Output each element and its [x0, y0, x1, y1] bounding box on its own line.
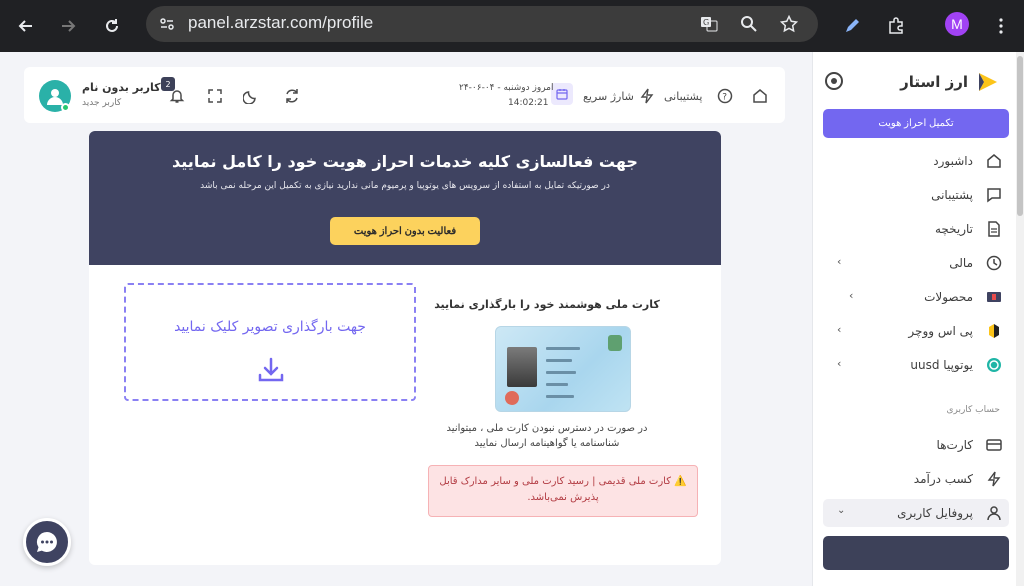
sidebar: ارز استار تکمیل احراز هویت داشبورد پشتیب…: [812, 52, 1024, 586]
psvoucher-icon: [985, 322, 1003, 340]
sidebar-item-label: مالی: [949, 256, 973, 270]
emblem-icon: [608, 335, 622, 351]
warning-alert: ⚠️ کارت ملی قدیمی | رسید کارت ملی و سایر…: [428, 465, 698, 517]
bookmark-star-icon[interactable]: [778, 13, 800, 35]
banner-title: جهت فعالسازی کلیه خدمات احراز هویت خود ر…: [172, 152, 638, 171]
sidebar-item-support[interactable]: پشتیبانی: [823, 181, 1009, 209]
sidebar-item-label: پروفایل کاربری: [897, 506, 973, 520]
url-text: panel.arzstar.com/profile: [188, 13, 374, 32]
sidebar-item-label: تاریخچه: [934, 222, 973, 236]
home-icon[interactable]: [749, 85, 771, 107]
user-role: کاربر جدید: [82, 98, 122, 108]
notification-badge: 2: [161, 77, 175, 91]
scrollbar-thumb[interactable]: [1017, 56, 1023, 216]
document-icon: [985, 220, 1003, 238]
sidebar-item-products[interactable]: محصولات ›: [823, 283, 1009, 311]
chevron-down-icon: ⌄: [837, 505, 846, 516]
sidebar-item-label: پشتیبانی: [931, 188, 973, 202]
sidebar-item-history[interactable]: تاریخچه: [823, 215, 1009, 243]
active-submenu-item[interactable]: [823, 536, 1009, 570]
star-logo-icon: [979, 73, 997, 91]
chevron-left-icon: ›: [837, 255, 842, 268]
complete-kyc-button[interactable]: تکمیل احراز هویت: [823, 109, 1009, 138]
zoom-icon[interactable]: [738, 13, 760, 35]
dark-mode-icon[interactable]: [240, 85, 262, 107]
seal-icon: [505, 391, 519, 405]
time-text: 14:02:21: [508, 98, 549, 108]
profile-avatar[interactable]: M: [945, 12, 969, 36]
refresh-icon[interactable]: [281, 85, 303, 107]
browser-toolbar: panel.arzstar.com/profile G M: [0, 0, 1024, 52]
id-card-title: کارت ملی هوشمند خود را بارگذاری نمایید: [434, 298, 660, 311]
chevron-left-icon: ›: [849, 289, 854, 302]
kyc-card: جهت فعالسازی کلیه خدمات احراز هویت خود ر…: [89, 131, 721, 565]
sidebar-item-cards[interactable]: کارت‌ها: [823, 431, 1009, 459]
user-name: کاربر بدون نام: [82, 81, 161, 94]
address-bar[interactable]: panel.arzstar.com/profile G: [146, 6, 818, 42]
image-upload-dropzone[interactable]: جهت بارگذاری تصویر کلیک نمایید: [124, 283, 416, 401]
sidebar-item-earn[interactable]: کسب درآمد: [823, 465, 1009, 493]
svg-text:?: ?: [722, 93, 727, 103]
quick-recharge-link[interactable]: شارژ سریع: [583, 90, 634, 103]
sidebar-item-profile[interactable]: پروفایل کاربری ⌄: [823, 499, 1009, 527]
support-link[interactable]: پشتیبانی: [664, 90, 702, 103]
sidebar-scrollbar[interactable]: [1016, 52, 1024, 586]
kyc-banner: جهت فعالسازی کلیه خدمات احراز هویت خود ر…: [89, 131, 721, 265]
upload-prompt: جهت بارگذاری تصویر کلیک نمایید: [174, 319, 366, 335]
download-icon: [258, 357, 284, 382]
home-icon: [985, 152, 1003, 170]
calendar-icon: [551, 83, 573, 105]
sidebar-item-label: محصولات: [924, 290, 973, 304]
live-chat-button[interactable]: [23, 518, 71, 566]
sidebar-item-label: کسب درآمد: [913, 472, 973, 486]
clock-icon: [985, 254, 1003, 272]
utopia-icon: [985, 356, 1003, 374]
sample-id-card-image: [495, 326, 631, 412]
bolt-icon[interactable]: [636, 85, 658, 107]
extensions-icon[interactable]: [880, 10, 912, 42]
site-settings-icon[interactable]: [156, 13, 178, 35]
id-alternative-note: در صورت در دسترس نبودن کارت ملی ، میتوان…: [446, 423, 648, 449]
svg-text:G: G: [703, 18, 709, 27]
forward-icon[interactable]: [52, 10, 84, 42]
sidebar-toggle-icon[interactable]: [825, 72, 843, 90]
sidebar-item-dashboard[interactable]: داشبورد: [823, 147, 1009, 175]
menu-kebab-icon[interactable]: [985, 10, 1017, 42]
reload-icon[interactable]: [96, 10, 128, 42]
bolt-icon: [985, 470, 1003, 488]
sidebar-item-label: یوتوپیا uusd: [910, 358, 973, 372]
sidebar-item-finance[interactable]: مالی ›: [823, 249, 1009, 277]
top-header: ? پشتیبانی شارژ سریع امروز دوشنبه - ۰۴-۰…: [24, 67, 785, 123]
help-icon[interactable]: ?: [714, 85, 736, 107]
avatar[interactable]: [39, 80, 71, 112]
account-section-label: حساب کاربری: [946, 405, 1000, 415]
chat-icon: [985, 186, 1003, 204]
sidebar-item-label: پی اس ووچر: [908, 324, 973, 338]
online-status-dot: [61, 103, 70, 112]
back-icon[interactable]: [10, 10, 42, 42]
id-photo: [507, 347, 537, 387]
continue-without-kyc-button[interactable]: فعالیت بدون احراز هویت: [330, 217, 480, 245]
user-icon: [985, 504, 1003, 522]
card-icon: [985, 436, 1003, 454]
chevron-left-icon: ›: [837, 357, 842, 370]
translate-icon[interactable]: G: [698, 13, 720, 35]
sidebar-item-label: داشبورد: [933, 154, 973, 168]
date-text: امروز دوشنبه - ۰۴-۰۶-۲۴: [459, 83, 554, 93]
page-viewport: ارز استار تکمیل احراز هویت داشبورد پشتیب…: [0, 52, 1024, 586]
fullscreen-icon[interactable]: [204, 85, 226, 107]
brand-name: ارز استار: [900, 73, 968, 91]
sidebar-item-utopia[interactable]: یوتوپیا uusd ›: [823, 351, 1009, 379]
chevron-left-icon: ›: [837, 323, 842, 336]
pen-extension-icon[interactable]: [836, 10, 868, 42]
sidebar-item-psvoucher[interactable]: پی اس ووچر ›: [823, 317, 1009, 345]
sidebar-item-label: کارت‌ها: [936, 438, 973, 452]
chat-bubble-icon: [36, 532, 57, 552]
brand-logo[interactable]: ارز استار: [900, 70, 1000, 94]
banner-subtitle: در صورتیکه تمایل به استفاده از سرویس های…: [200, 181, 610, 191]
gift-card-icon: [985, 288, 1003, 306]
